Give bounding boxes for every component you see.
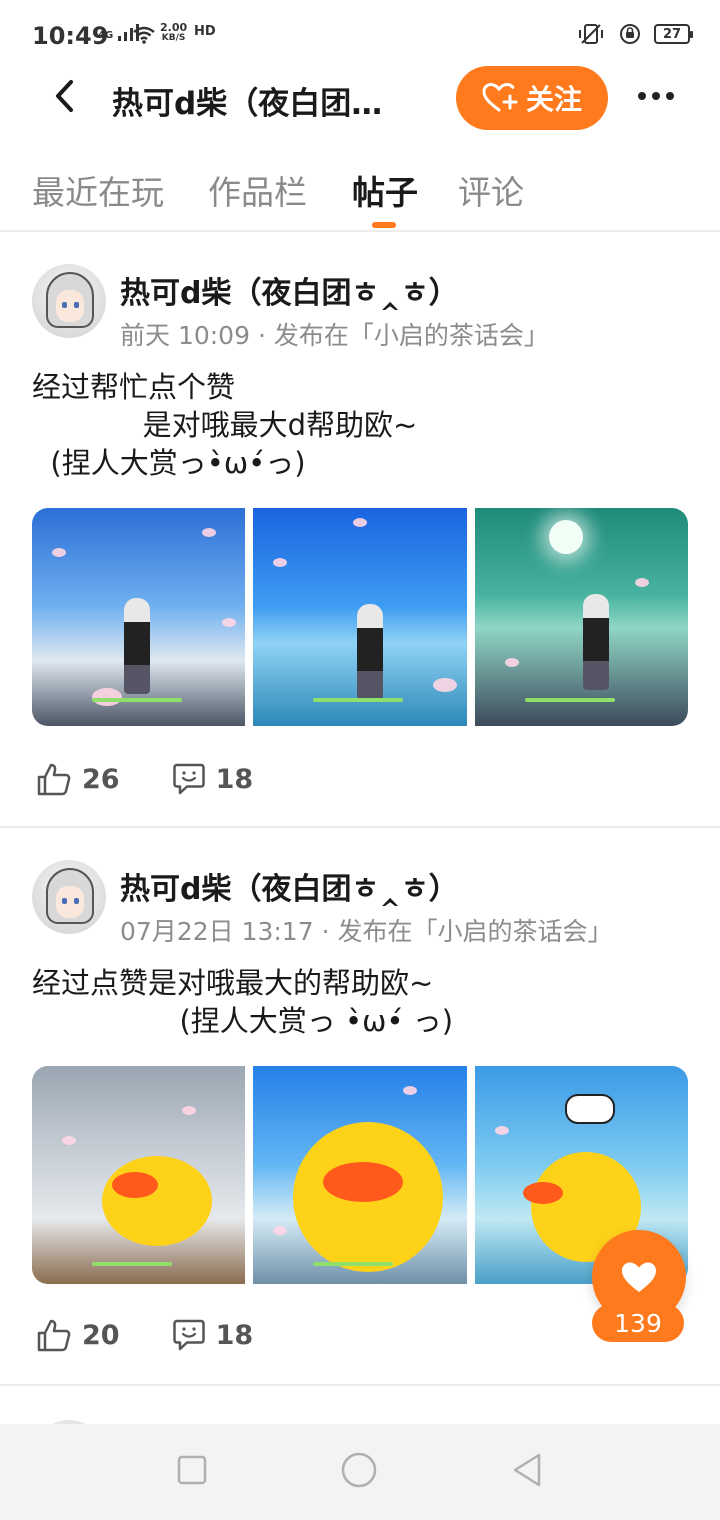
back-nav-button[interactable] [510,1451,544,1493]
post-card[interactable]: 热可d柴（夜白团ㅎ‸ㅎ） 前天 10:09 · 发布在「小启的茶话会」 经过帮忙… [0,232,720,826]
tab-works[interactable]: 作品栏 [208,166,307,214]
page-title: 热可d柴（夜白团… [112,86,383,122]
status-right: 27 [576,22,693,46]
next-post-peek [0,1386,720,1424]
wifi-icon [133,26,155,44]
post-stats: 26 18 [36,762,305,796]
circle-icon [341,1452,377,1488]
hd-badge: HD [194,24,216,39]
battery-icon: 27 [654,24,693,44]
post-images [32,508,688,726]
follow-label: 关注 [525,83,582,116]
tab-posts[interactable]: 帖子 [352,166,418,214]
like-button[interactable]: 26 [36,762,120,796]
post-image[interactable] [32,1066,246,1284]
tab-bar: 最近在玩 作品栏 帖子 评论 [0,160,720,232]
tab-recently-played[interactable]: 最近在玩 [32,166,164,214]
post-image[interactable] [32,508,246,726]
vibrate-mute-icon [579,24,603,44]
alarm-lock-icon [620,24,640,44]
comment-smile-icon [172,763,205,795]
avatar[interactable] [32,860,106,934]
profile-header: 热可d柴（夜白团… 关注 [0,60,720,136]
post-meta: 07月22日 13:17 · 发布在「小启的茶话会」 [120,917,613,946]
post-image[interactable] [253,1066,467,1284]
comment-button[interactable]: 18 [172,1318,254,1352]
heart-icon [622,1262,656,1292]
heart-plus-icon [482,82,518,112]
thumbs-up-icon [37,1319,71,1352]
more-button[interactable] [632,80,680,112]
post-content: 经过点赞是对哦最大的帮助欧~ (捏人大赏っ •̀ω•́ っ) [32,966,454,1038]
comment-smile-icon [172,1319,205,1351]
system-nav-bar [0,1424,720,1520]
status-time: 10:49 [32,22,109,50]
follow-button[interactable]: 关注 [456,66,608,130]
back-button[interactable] [44,76,84,116]
comment-count: 18 [215,763,254,795]
thumbs-up-icon [37,763,71,796]
like-count: 26 [82,763,120,795]
post-image[interactable] [253,508,467,726]
post-stats: 20 18 [36,1318,305,1352]
home-button[interactable] [339,1450,379,1494]
more-dots-icon [638,92,646,100]
post-image[interactable] [474,508,688,726]
post-author[interactable]: 热可d柴（夜白团ㅎ‸ㅎ） [120,864,459,908]
like-count: 20 [82,1319,120,1351]
triangle-back-icon [514,1453,541,1487]
floating-like-count: 139 [592,1304,684,1342]
post-author[interactable]: 热可d柴（夜白团ㅎ‸ㅎ） [120,268,459,312]
tab-active-indicator [372,222,396,228]
network-speed: 2.00 KB/S [160,21,188,43]
post-images [32,1066,688,1284]
square-icon [177,1455,206,1485]
like-button[interactable]: 20 [36,1318,120,1352]
avatar[interactable] [32,264,106,338]
post-meta: 前天 10:09 · 发布在「小启的茶话会」 [120,321,549,350]
tab-comments[interactable]: 评论 [458,166,524,214]
comment-button[interactable]: 18 [172,762,254,796]
post-content: 经过帮忙点个赞 是对哦最大d帮助欧~ (捏人大赏っ•̀ω•́っ) [32,370,418,480]
recents-button[interactable] [176,1454,208,1490]
chevron-left-icon [56,80,73,112]
network-type: 4G [98,30,114,41]
comment-count: 18 [215,1319,254,1351]
